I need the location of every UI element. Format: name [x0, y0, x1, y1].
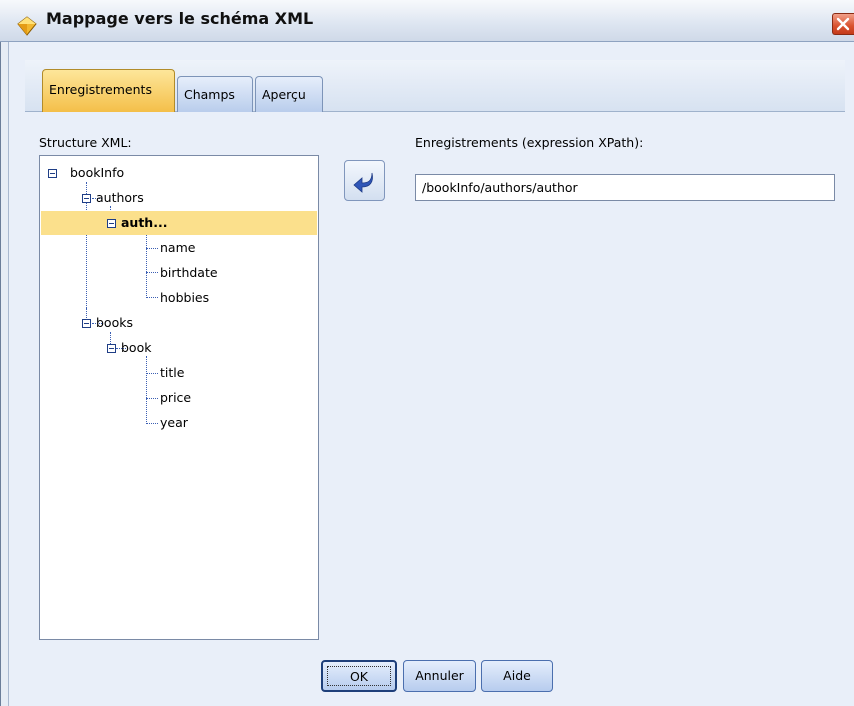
xpath-label: Enregistrements (expression XPath):: [415, 135, 644, 150]
tree-connector: [146, 373, 158, 374]
tree-node-label: bookInfo: [70, 165, 125, 180]
arrow-left-icon: [353, 172, 373, 193]
collapse-icon[interactable]: [82, 319, 91, 328]
tab-champs[interactable]: Champs: [177, 76, 253, 112]
tree-node-label: birthdate: [160, 265, 218, 280]
collapse-icon[interactable]: [107, 219, 116, 228]
tree-node-birthdate[interactable]: birthdate: [160, 261, 218, 285]
xml-structure-tree[interactable]: bookInfo authors auth... name birthdate …: [39, 155, 319, 640]
insert-xpath-button[interactable]: [344, 160, 385, 201]
tab-apercu[interactable]: Aperçu: [255, 76, 323, 112]
close-button[interactable]: [832, 13, 854, 35]
tree-connector: [146, 230, 147, 296]
window-frame-left: [0, 42, 9, 706]
tab-label: Champs: [184, 87, 235, 102]
help-button[interactable]: Aide: [481, 660, 553, 692]
cancel-button[interactable]: Annuler: [403, 660, 476, 692]
tree-connector: [146, 297, 158, 298]
tree-connector: [146, 356, 147, 422]
tree-connector: [86, 308, 87, 318]
tab-enregistrements[interactable]: Enregistrements: [42, 69, 175, 112]
tree-node-label: price: [160, 390, 192, 405]
title-bar: Mappage vers le schéma XML: [0, 0, 854, 42]
tree-node-hobbies[interactable]: hobbies: [160, 286, 209, 310]
diamond-icon: [16, 15, 38, 37]
tree-node-label: book: [121, 340, 152, 355]
focus-ring: [327, 666, 391, 686]
tree-node-label: authors: [96, 190, 144, 205]
tree-node-label: books: [96, 315, 133, 330]
collapse-icon[interactable]: [48, 169, 57, 178]
tree-node-label: title: [160, 365, 185, 380]
tab-strip: Enregistrements Champs Aperçu: [25, 60, 845, 112]
tree-node-label: auth...: [121, 215, 168, 230]
tree-node-name[interactable]: name: [160, 236, 195, 260]
help-button-label: Aide: [503, 668, 531, 683]
tree-node-label: year: [160, 415, 188, 430]
tree-node-label: hobbies: [160, 290, 210, 305]
tree-node-price[interactable]: price: [160, 386, 191, 410]
structure-label: Structure XML:: [39, 135, 132, 150]
collapse-icon[interactable]: [82, 194, 91, 203]
tree-node-label: name: [160, 240, 196, 255]
tab-label: Enregistrements: [49, 82, 152, 97]
tree-node-title[interactable]: title: [160, 361, 184, 385]
tree-connector: [146, 398, 158, 399]
collapse-icon[interactable]: [107, 344, 116, 353]
tree-node-author[interactable]: auth...: [41, 211, 317, 235]
ok-button[interactable]: OK: [321, 660, 397, 692]
close-icon: [836, 17, 850, 31]
window-title: Mappage vers le schéma XML: [46, 9, 314, 28]
cancel-button-label: Annuler: [415, 668, 464, 683]
tree-node-year[interactable]: year: [160, 411, 188, 435]
tree-connector: [146, 272, 158, 273]
tab-label: Aperçu: [262, 87, 306, 102]
tree-connector: [146, 423, 158, 424]
window-frame-edge: [0, 42, 1, 706]
xpath-input[interactable]: [415, 174, 835, 201]
tree-connector: [146, 248, 158, 249]
